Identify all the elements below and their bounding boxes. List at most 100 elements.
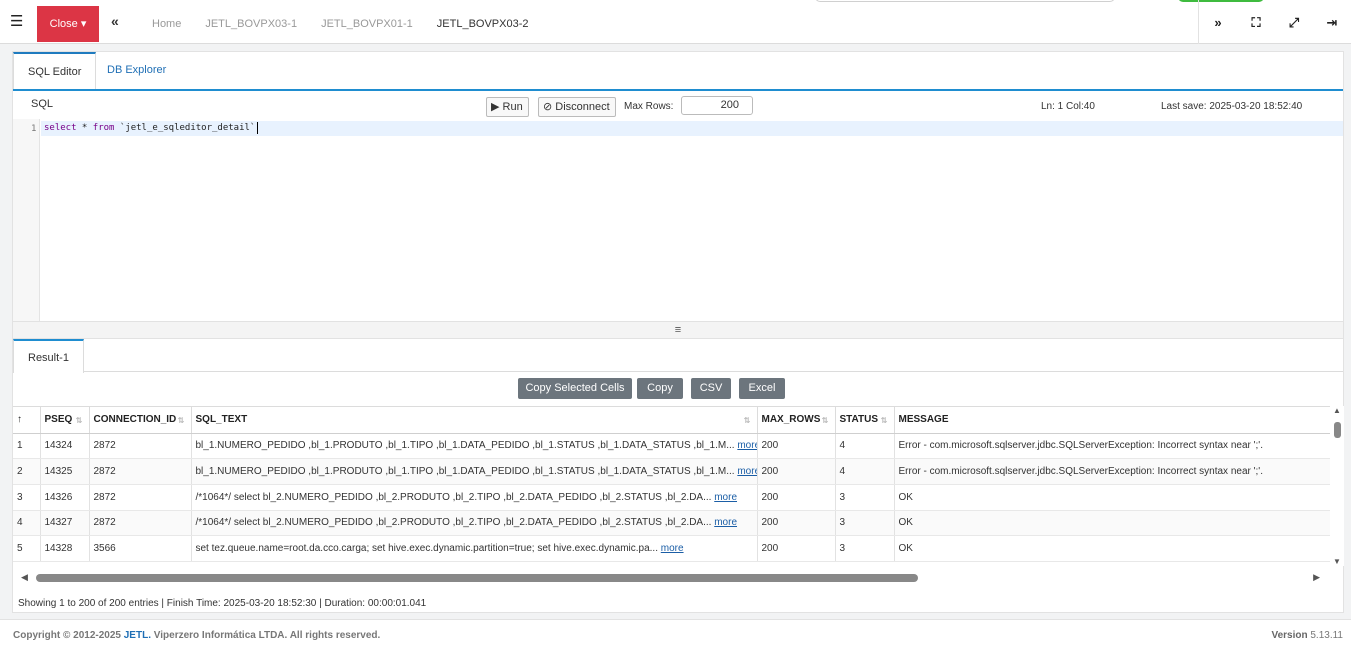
connection-id-cell[interactable]: 2872 — [89, 510, 192, 537]
col-pseq[interactable]: PSEQ ⇅ — [40, 407, 90, 434]
row-number-cell[interactable]: 1 — [13, 433, 41, 460]
window-tabs: Home JETL_BOVPX03-1 JETL_BOVPX01-1 JETL_… — [140, 0, 541, 44]
row-number-cell[interactable]: 5 — [13, 535, 41, 562]
status-cell[interactable]: 4 — [835, 458, 895, 485]
logout-icon[interactable]: ⇥ — [1313, 0, 1351, 44]
table-row[interactable]: 4 14327 2872/*1064*/ select bl_2.NUMERO_PE… — [13, 510, 1330, 537]
message-cell[interactable]: OK — [894, 510, 1330, 537]
main-panel: SQL Editor DB Explorer SQL ▶ Run ⊘ Disco… — [12, 51, 1344, 613]
scroll-left-icon[interactable]: ◀ — [21, 572, 28, 583]
disconnect-button[interactable]: ⊘ Disconnect — [538, 97, 616, 117]
scroll-right-icon[interactable]: ▶ — [1313, 572, 1320, 583]
sort-icon: ⇅ — [821, 416, 829, 425]
vertical-scrollbar[interactable]: ▲ ▼ — [1331, 406, 1344, 566]
copy-button[interactable]: Copy — [637, 378, 683, 399]
sql-text-cell[interactable]: /*1064*/ select bl_2.NUMERO_PEDIDO ,bl_2… — [191, 484, 758, 511]
connection-id-cell[interactable]: 2872 — [89, 433, 192, 460]
tab-sql-editor[interactable]: SQL Editor — [13, 52, 97, 90]
status-cell[interactable]: 3 — [835, 484, 895, 511]
pseq-cell[interactable]: 14328 — [40, 535, 90, 562]
sql-text-cell[interactable]: /*1064*/ select bl_2.NUMERO_PEDIDO ,bl_2… — [191, 510, 758, 537]
row-number-cell[interactable]: 2 — [13, 458, 41, 485]
max-rows-cell[interactable]: 200 — [757, 510, 836, 537]
max-rows-cell[interactable]: 200 — [757, 458, 836, 485]
copy-selected-cells-button[interactable]: Copy Selected Cells — [518, 378, 632, 399]
connection-id-cell[interactable]: 3566 — [89, 535, 192, 562]
scroll-down-icon[interactable]: ▼ — [1333, 557, 1341, 566]
sql-text-cell[interactable]: bl_1.NUMERO_PEDIDO ,bl_1.PRODUTO ,bl_1.T… — [191, 458, 758, 485]
sql-editor[interactable]: 1 select * from `jetl_e_sqleditor_detail… — [13, 119, 1343, 322]
line-number: 1 — [31, 124, 37, 134]
sort-icon: ⇅ — [177, 416, 185, 425]
row-number-cell[interactable]: 4 — [13, 510, 41, 537]
horizontal-scrollbar[interactable]: ◀ ▶ — [13, 570, 1330, 586]
keyword-select: select — [44, 123, 77, 133]
sort-asc-icon: ↑ — [17, 414, 22, 426]
pseq-cell[interactable]: 14325 — [40, 458, 90, 485]
max-rows-cell[interactable]: 200 — [757, 433, 836, 460]
hscroll-thumb[interactable] — [36, 574, 918, 582]
play-icon: ▶ — [491, 101, 500, 113]
max-rows-label: Max Rows: — [624, 101, 674, 112]
row-number-cell[interactable]: 3 — [13, 484, 41, 511]
status-line: Showing 1 to 200 of 200 entries | Finish… — [18, 598, 427, 609]
col-message[interactable]: MESSAGE — [894, 407, 1330, 434]
result-grid: ↑ PSEQ ⇅ CONNECTION_ID ⇅ SQL_TEXT ⇅ MAX_ROW… — [13, 406, 1330, 566]
scroll-thumb[interactable] — [1334, 422, 1341, 438]
table-row[interactable]: 3 14326 2872/*1064*/ select bl_2.NUMERO_PE… — [13, 484, 1330, 511]
expand-right-icon[interactable]: » — [1199, 0, 1237, 44]
col-row-number[interactable]: ↑ — [13, 407, 41, 434]
sql-text-cell[interactable]: bl_1.NUMERO_PEDIDO ,bl_1.PRODUTO ,bl_1.T… — [191, 433, 758, 460]
pseq-cell[interactable]: 14324 — [40, 433, 90, 460]
result-actions: Copy Selected Cells Copy CSV Excel — [13, 378, 1343, 400]
more-link[interactable]: more — [714, 492, 737, 503]
tab-result-1[interactable]: Result-1 — [13, 339, 84, 373]
tab-db-explorer[interactable]: DB Explorer — [93, 52, 180, 90]
table-row[interactable]: 5 14328 3566 set tez.queue.name=root.da.cco… — [13, 535, 1330, 562]
status-cell[interactable]: 3 — [835, 510, 895, 537]
fullscreen-icon[interactable]: ⛶ — [1237, 0, 1275, 44]
sql-text-cell[interactable]: set tez.queue.name=root.da.cco.carga; se… — [191, 535, 758, 562]
tab-jetl-bovpx03-2[interactable]: JETL_BOVPX03-2 — [425, 0, 541, 44]
search-strip[interactable] — [815, 0, 1115, 2]
more-link[interactable]: more — [661, 543, 684, 554]
message-cell[interactable]: Error - com.microsoft.sqlserver.jdbc.SQL… — [894, 458, 1330, 485]
close-dropdown-button[interactable]: Close ▾ — [37, 6, 99, 42]
csv-button[interactable]: CSV — [691, 378, 731, 399]
tab-home[interactable]: Home — [140, 0, 193, 44]
col-connection-id[interactable]: CONNECTION_ID ⇅ — [89, 407, 192, 434]
message-cell[interactable]: OK — [894, 484, 1330, 511]
status-cell[interactable]: 3 — [835, 535, 895, 562]
col-status[interactable]: STATUS ⇅ — [835, 407, 895, 434]
footer: Copyright © 2012-2025 JETL. Viperzero In… — [0, 619, 1351, 649]
tab-jetl-bovpx03-1[interactable]: JETL_BOVPX03-1 — [193, 0, 309, 44]
more-link[interactable]: more — [737, 466, 756, 477]
connection-id-cell[interactable]: 2872 — [89, 458, 192, 485]
brand-link[interactable]: JETL. — [124, 630, 151, 641]
max-rows-cell[interactable]: 200 — [757, 535, 836, 562]
resize-handle[interactable]: ≡ — [13, 322, 1343, 339]
tab-jetl-bovpx01-1[interactable]: JETL_BOVPX01-1 — [309, 0, 425, 44]
pseq-cell[interactable]: 14327 — [40, 510, 90, 537]
menu-icon[interactable]: ☰ — [10, 14, 26, 30]
collapse-left-icon[interactable]: « — [111, 13, 119, 29]
connection-id-cell[interactable]: 2872 — [89, 484, 192, 511]
more-link[interactable]: more — [737, 440, 756, 451]
pseq-cell[interactable]: 14326 — [40, 484, 90, 511]
col-max-rows[interactable]: MAX_ROWS ⇅ — [757, 407, 836, 434]
max-rows-input[interactable]: 200 — [681, 96, 753, 115]
scroll-up-icon[interactable]: ▲ — [1333, 406, 1341, 415]
max-rows-cell[interactable]: 200 — [757, 484, 836, 511]
excel-button[interactable]: Excel — [739, 378, 785, 399]
table-row[interactable]: 2 14325 2872 bl_1.NUMERO_PEDIDO ,bl_1.PRODU… — [13, 458, 1330, 485]
message-cell[interactable]: OK — [894, 535, 1330, 562]
maximize-icon[interactable]: ⤢ — [1275, 0, 1313, 44]
code-line[interactable]: select * from `jetl_e_sqleditor_detail` — [41, 121, 1343, 136]
status-cell[interactable]: 4 — [835, 433, 895, 460]
code-table: `jetl_e_sqleditor_detail` — [114, 123, 256, 133]
col-sql-text[interactable]: SQL_TEXT ⇅ — [191, 407, 758, 434]
more-link[interactable]: more — [714, 517, 737, 528]
table-row[interactable]: 1 14324 2872 bl_1.NUMERO_PEDIDO ,bl_1.PRODU… — [13, 433, 1330, 460]
run-button[interactable]: ▶ Run — [486, 97, 529, 117]
message-cell[interactable]: Error - com.microsoft.sqlserver.jdbc.SQL… — [894, 433, 1330, 460]
